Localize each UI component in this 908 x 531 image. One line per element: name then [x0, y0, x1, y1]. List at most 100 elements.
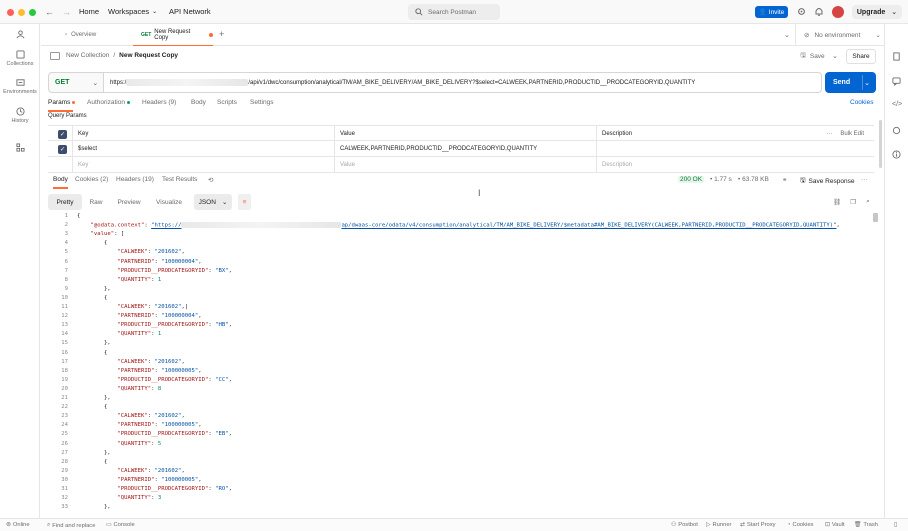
- sidebar-item-environments[interactable]: Environments: [0, 78, 40, 95]
- invite-button[interactable]: 👤 Invite: [755, 6, 788, 18]
- send-button[interactable]: Send ⌄: [825, 72, 876, 93]
- language-select[interactable]: JSON ⌄: [194, 194, 232, 210]
- format-pretty[interactable]: Pretty: [48, 194, 82, 210]
- runner-icon: ▷: [706, 522, 711, 528]
- save-options-chevron-icon[interactable]: ⌄: [832, 52, 838, 60]
- page-title[interactable]: New Request Copy: [119, 52, 178, 59]
- tab-body[interactable]: Body: [191, 99, 206, 106]
- tab-authorization[interactable]: Authorization: [87, 99, 130, 106]
- sidebar-item-flows[interactable]: [0, 143, 40, 154]
- param-value-input[interactable]: CALWEEK,PARTNERID,PRODUCTID__PRODCATEGOR…: [334, 141, 596, 157]
- select-all-checkbox[interactable]: ✓: [48, 126, 72, 142]
- nav-home[interactable]: Home: [79, 7, 99, 16]
- search-input[interactable]: Search Postman: [408, 4, 500, 20]
- network-icon[interactable]: ⚭: [782, 176, 787, 184]
- tab-scripts[interactable]: Scripts: [217, 99, 237, 106]
- nav-api-network[interactable]: API Network: [169, 7, 211, 16]
- line-number: 19: [61, 376, 68, 383]
- breadcrumb-collection[interactable]: New Collection: [66, 52, 109, 59]
- format-raw[interactable]: Raw: [84, 194, 108, 210]
- more-options-icon[interactable]: ···: [826, 131, 832, 137]
- share-button[interactable]: Share: [846, 49, 876, 64]
- copy-icon[interactable]: ❐: [848, 194, 858, 210]
- response-history-icon[interactable]: ⟲: [208, 176, 213, 184]
- code-token: ,: [228, 267, 232, 274]
- comments-icon[interactable]: [892, 77, 901, 86]
- nav-workspaces[interactable]: Workspaces ⌄: [108, 7, 157, 16]
- status-badge[interactable]: 200 OK: [678, 176, 705, 183]
- response-size[interactable]: • 63.78 KB: [738, 176, 769, 183]
- response-tab-headers[interactable]: Headers (19): [116, 176, 154, 183]
- layout-icon[interactable]: ▯: [894, 522, 897, 528]
- info-icon[interactable]: [892, 150, 901, 159]
- response-tab-body[interactable]: Body: [53, 176, 68, 183]
- vault-button[interactable]: ⊡ Vault: [825, 522, 845, 528]
- format-visualize[interactable]: Visualize: [151, 194, 187, 210]
- response-search-icon[interactable]: ⌕: [863, 194, 873, 210]
- avatar[interactable]: [832, 6, 844, 18]
- close-window-button[interactable]: [7, 9, 14, 16]
- tab-new-request-copy[interactable]: GET New Request Copy: [133, 24, 213, 46]
- tab-settings[interactable]: Settings: [250, 99, 274, 106]
- minimize-window-button[interactable]: [18, 9, 25, 16]
- code-token: "201602": [154, 249, 182, 256]
- sidebar-item-collections[interactable]: Collections: [0, 50, 40, 67]
- line-number: 24: [61, 422, 68, 429]
- back-arrow-icon[interactable]: ←: [45, 7, 54, 17]
- maximize-window-button[interactable]: [29, 9, 36, 16]
- tabs-chevron-down-icon[interactable]: ⌄: [784, 31, 790, 39]
- response-time-value: 1.77 s: [714, 176, 732, 183]
- related-collections-icon[interactable]: [892, 126, 901, 135]
- wrap-lines-icon[interactable]: ≡: [238, 194, 251, 210]
- runner-button[interactable]: ▷ Runner: [706, 522, 731, 528]
- new-key-input[interactable]: Key: [72, 157, 334, 173]
- code-line: {: [77, 213, 80, 219]
- method-select[interactable]: GET ⌄: [48, 72, 104, 93]
- tab-headers[interactable]: Headers (9): [142, 99, 176, 106]
- tab-overview[interactable]: ▫ Overview: [57, 24, 127, 46]
- url-input[interactable]: https:/ /api/v1/dwc/consumption/analytic…: [104, 72, 822, 93]
- postbot-button[interactable]: ⚇ Postbot: [671, 522, 698, 528]
- row-checkbox[interactable]: ✓: [48, 141, 72, 157]
- send-options-chevron-icon[interactable]: ⌄: [864, 79, 870, 87]
- trash-button[interactable]: 🗑 Trash: [854, 522, 878, 528]
- new-description-input[interactable]: Description: [596, 157, 874, 173]
- cookies-button[interactable]: ◔ Cookies: [787, 522, 813, 528]
- new-tab-button[interactable]: +: [219, 29, 224, 39]
- sidebar-item-user[interactable]: [0, 30, 40, 41]
- response-body-editor[interactable]: 1 2 3 4 5 6 7 8 9 10 11 12 13 14 15 16 17 18 19 20 21 22 23 24 2…: [48, 212, 874, 514]
- find-replace-button[interactable]: ⌕ Find and replace: [47, 522, 95, 529]
- save-button[interactable]: 🖫 Save: [796, 49, 829, 64]
- params-scrollbar[interactable]: [879, 120, 882, 168]
- format-preview[interactable]: Preview: [113, 194, 145, 210]
- console-button[interactable]: ▭ Console: [106, 522, 135, 528]
- code-line: "PRODUCTID__PRODCATEGORYID": "CC",: [77, 377, 232, 383]
- status-bar: ⊚ Online ⌕ Find and replace ▭ Console ⚇ Post…: [0, 518, 908, 531]
- forward-arrow-icon[interactable]: →: [62, 7, 71, 17]
- save-response-button[interactable]: 🖫 Save Response: [800, 176, 854, 187]
- param-description-input[interactable]: [596, 141, 874, 157]
- online-status[interactable]: ⊚ Online: [6, 522, 30, 528]
- response-time[interactable]: • 1.77 s: [710, 176, 732, 183]
- code-line: },: [77, 450, 111, 456]
- tab-params[interactable]: Params: [48, 99, 76, 106]
- new-value-input[interactable]: Value: [334, 157, 596, 173]
- response-tab-cookies[interactable]: Cookies (2): [75, 176, 108, 183]
- sidebar-item-history[interactable]: History: [0, 107, 40, 124]
- param-key-input[interactable]: $select: [72, 141, 334, 157]
- start-proxy-button[interactable]: ⇄ Start Proxy: [740, 522, 776, 528]
- link-icon[interactable]: ⛓: [832, 194, 842, 210]
- documentation-icon[interactable]: [892, 52, 901, 61]
- response-more-icon[interactable]: ···: [861, 176, 868, 183]
- bulk-edit[interactable]: ··· Bulk Edit: [771, 126, 874, 142]
- code-line: "CALWEEK": "201602",: [77, 468, 184, 474]
- code-snippet-icon[interactable]: </>: [892, 101, 902, 108]
- environment-selector[interactable]: ⊘ No environment ⌄: [795, 24, 884, 46]
- settings-gear-icon[interactable]: [797, 7, 806, 16]
- bell-icon[interactable]: [815, 7, 823, 16]
- upgrade-button[interactable]: Upgrade ⌄: [852, 5, 902, 19]
- cookies-link[interactable]: Cookies: [850, 99, 873, 106]
- response-tab-test-results[interactable]: Test Results: [162, 176, 197, 183]
